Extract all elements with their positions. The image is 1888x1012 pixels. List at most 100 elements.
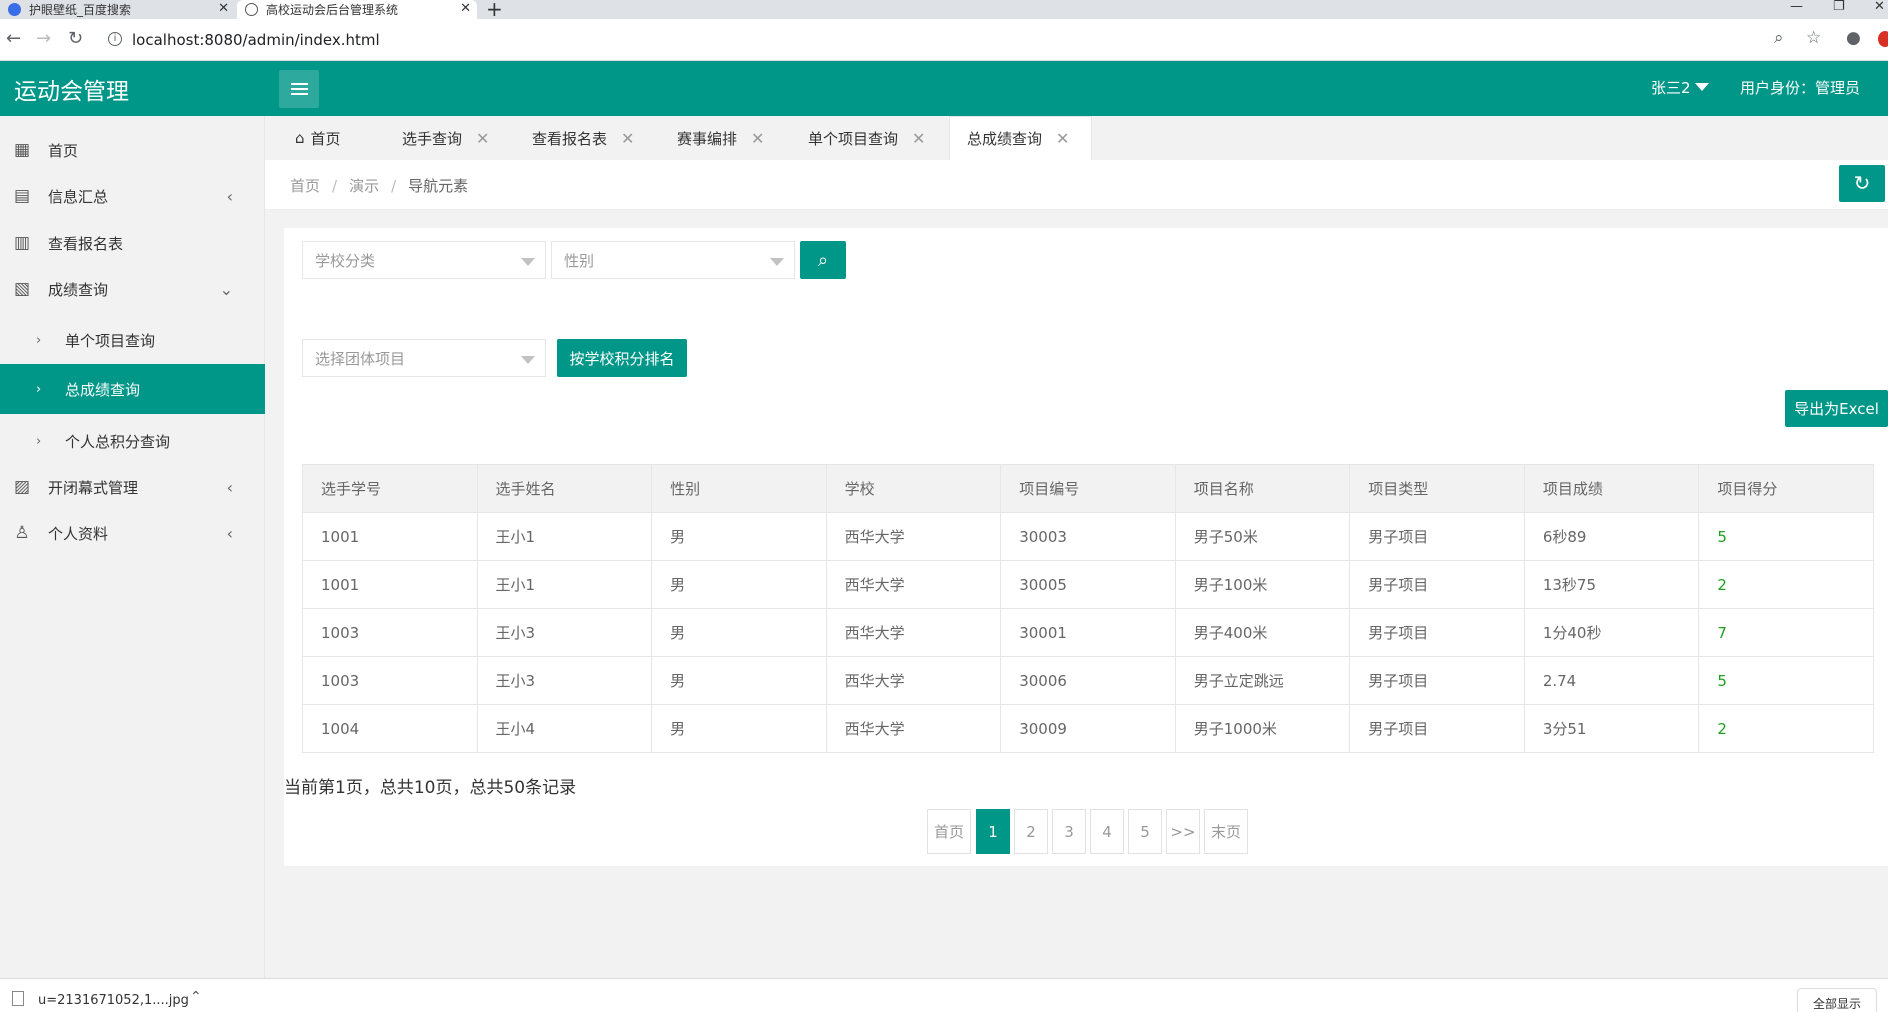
table-row: 1004 王小4 男西华大学 30009 男子1000米 男子项目 3分51 2 [302, 704, 1874, 753]
globe-icon [245, 3, 258, 16]
pagination-info: 当前第1页，总共10页，总共50条记录 [284, 778, 577, 798]
table-cell: 1001 [302, 512, 478, 561]
app-header: 运动会管理 张三2 用户身份：管理员 [0, 61, 1888, 116]
sidebar-item-ceremony[interactable]: ▨ 开闭幕式管理 ‹ [0, 464, 265, 510]
page-button[interactable]: 3 [1052, 809, 1086, 854]
refresh-icon[interactable]: ↻ [1839, 165, 1885, 202]
close-icon[interactable]: ✕ [1056, 129, 1069, 148]
breadcrumb-item[interactable]: 首页 [290, 177, 320, 195]
chevron-left-icon: ‹ [226, 477, 233, 497]
table-cell: 1003 [302, 656, 478, 705]
sidebar-item-info-summary[interactable]: ▤ 信息汇总 ‹ [0, 173, 265, 219]
table-cell: 男子项目 [1349, 512, 1525, 561]
tab-schedule[interactable]: 赛事编排 ✕ [677, 116, 764, 160]
tab-label: 首页 [310, 129, 341, 148]
chevron-down-icon: ⌄ [219, 279, 233, 299]
table-cell: 王小1 [476, 560, 653, 609]
table-cell: 13秒75 [1523, 560, 1700, 609]
sidebar-item-label: 首页 [48, 141, 79, 160]
table-cell: 男 [651, 608, 827, 657]
download-bar: u=2131671052,1....jpg ⌃ 全部显示 [0, 978, 1888, 1012]
chevron-right-icon: › [36, 433, 42, 449]
sidebar-item-label: 个人资料 [48, 524, 109, 543]
chevron-right-icon: › [36, 332, 42, 348]
browser-tab-title: 高校运动会后台管理系统 [266, 3, 399, 17]
close-icon[interactable]: ✕ [476, 129, 489, 148]
extension-icon[interactable] [1878, 31, 1888, 47]
sidebar-item-profile[interactable]: ♙ 个人资料 ‹ [0, 510, 265, 556]
tab-label: 选手查询 [402, 129, 463, 148]
file-icon [12, 991, 24, 1006]
page-button[interactable]: 5 [1128, 809, 1162, 854]
score-table: 选手学号 选手姓名 性别 学校 项目编号 项目名称 项目类型 项目成绩 项目得分 1001 王小1… [302, 464, 1874, 753]
school-select[interactable]: 学校分类 [302, 241, 546, 279]
sidebar-item-home[interactable]: ▦ 首页 [0, 127, 265, 173]
column-header: 选手学号 [302, 464, 478, 513]
list-icon: ▥ [13, 233, 31, 253]
url-field[interactable]: i localhost:8080/admin/index.html [100, 25, 1880, 55]
table-row: 1003 王小3 男西华大学 30006 男子立定跳远 男子项目 2.74 5 [302, 656, 1874, 705]
chevron-left-icon: ‹ [226, 186, 233, 206]
new-tab-icon[interactable]: + [486, 0, 503, 21]
gender-select[interactable]: 性别 [551, 241, 795, 279]
sidebar-item-registration[interactable]: ▥ 查看报名表 [0, 220, 265, 266]
select-placeholder: 性别 [564, 251, 595, 270]
sidebar-item-score-query[interactable]: ▧ 成绩查询 ⌄ [0, 266, 265, 312]
forward-icon[interactable]: → [36, 28, 51, 49]
search-icon: ⌕ [817, 249, 829, 271]
close-icon[interactable]: ✕ [912, 129, 925, 148]
tab-registration[interactable]: 查看报名表 ✕ [532, 116, 634, 160]
zoom-icon[interactable]: ⌕ [1774, 28, 1784, 48]
menu-toggle-icon[interactable] [279, 70, 319, 108]
window-close-icon[interactable]: ✕ [1874, 0, 1885, 14]
sidebar-item-label: 个人总积分查询 [65, 432, 171, 451]
reload-icon[interactable]: ↻ [68, 28, 83, 49]
page-last-button[interactable]: 末页 [1204, 809, 1248, 854]
page-button[interactable]: 1 [976, 809, 1010, 854]
tab-single-event[interactable]: 单个项目查询 ✕ [808, 116, 925, 160]
tab-total-score[interactable]: 总成绩查询 ✕ [949, 116, 1092, 160]
export-excel-button[interactable]: 导出为Excel [1785, 390, 1888, 427]
chevron-up-icon[interactable]: ⌃ [190, 989, 202, 1005]
close-icon[interactable]: ✕ [218, 0, 229, 17]
user-menu[interactable]: 张三2 [1651, 77, 1709, 98]
table-cell: 男 [651, 704, 827, 753]
browser-tab[interactable]: 护眼壁纸_百度搜索 ✕ [0, 0, 235, 19]
sidebar-subitem-single-event[interactable]: › 单个项目查询 [0, 315, 265, 365]
page-first-button[interactable]: 首页 [927, 809, 971, 854]
search-button[interactable]: ⌕ [800, 241, 846, 279]
browser-tab-active[interactable]: 高校运动会后台管理系统 ✕ [237, 0, 477, 19]
table-cell: 1分40秒 [1523, 608, 1700, 657]
restore-icon[interactable]: ❐ [1833, 0, 1845, 14]
sidebar-subitem-total-score[interactable]: › 总成绩查询 [0, 364, 265, 414]
close-icon[interactable]: ✕ [460, 0, 471, 17]
url-text: localhost:8080/admin/index.html [132, 31, 380, 49]
browser-tab-strip: 护眼壁纸_百度搜索 ✕ 高校运动会后台管理系统 ✕ + — ❐ ✕ [0, 0, 1888, 21]
page-button[interactable]: 4 [1090, 809, 1124, 854]
caret-down-icon [521, 258, 535, 266]
sidebar-subitem-personal-points[interactable]: › 个人总积分查询 [0, 416, 265, 466]
table-cell: 西华大学 [825, 560, 1002, 609]
page-next-button[interactable]: >> [1166, 809, 1200, 854]
minimize-icon[interactable]: — [1790, 0, 1803, 14]
star-icon[interactable]: ☆ [1806, 28, 1821, 48]
sidebar-item-label: 单个项目查询 [65, 331, 156, 350]
breadcrumb-item[interactable]: 演示 [349, 177, 379, 195]
close-icon[interactable]: ✕ [751, 129, 764, 148]
team-event-select[interactable]: 选择团体项目 [302, 339, 546, 377]
rank-by-school-button[interactable]: 按学校积分排名 [557, 339, 687, 377]
tab-home[interactable]: ⌂ 首页 [295, 116, 341, 160]
close-icon[interactable]: ✕ [621, 129, 634, 148]
table-cell: 30005 [1000, 560, 1176, 609]
download-item[interactable]: u=2131671052,1....jpg [38, 993, 189, 1008]
column-header: 学校 [825, 464, 1002, 513]
grid-icon: ▦ [13, 140, 31, 160]
table-cell: 5 [1698, 512, 1874, 561]
page-button[interactable]: 2 [1014, 809, 1048, 854]
main-panel: 学校分类 性别 ⌕ 选择团体项目 按学校积分排名 导出为Excel 选手学号 选手… [284, 228, 1888, 866]
tab-player-query[interactable]: 选手查询 ✕ [402, 116, 489, 160]
profile-icon[interactable]: ● [1846, 28, 1861, 48]
show-all-button[interactable]: 全部显示 [1797, 988, 1877, 1012]
back-icon[interactable]: ← [6, 28, 21, 49]
info-icon[interactable]: i [108, 32, 122, 46]
